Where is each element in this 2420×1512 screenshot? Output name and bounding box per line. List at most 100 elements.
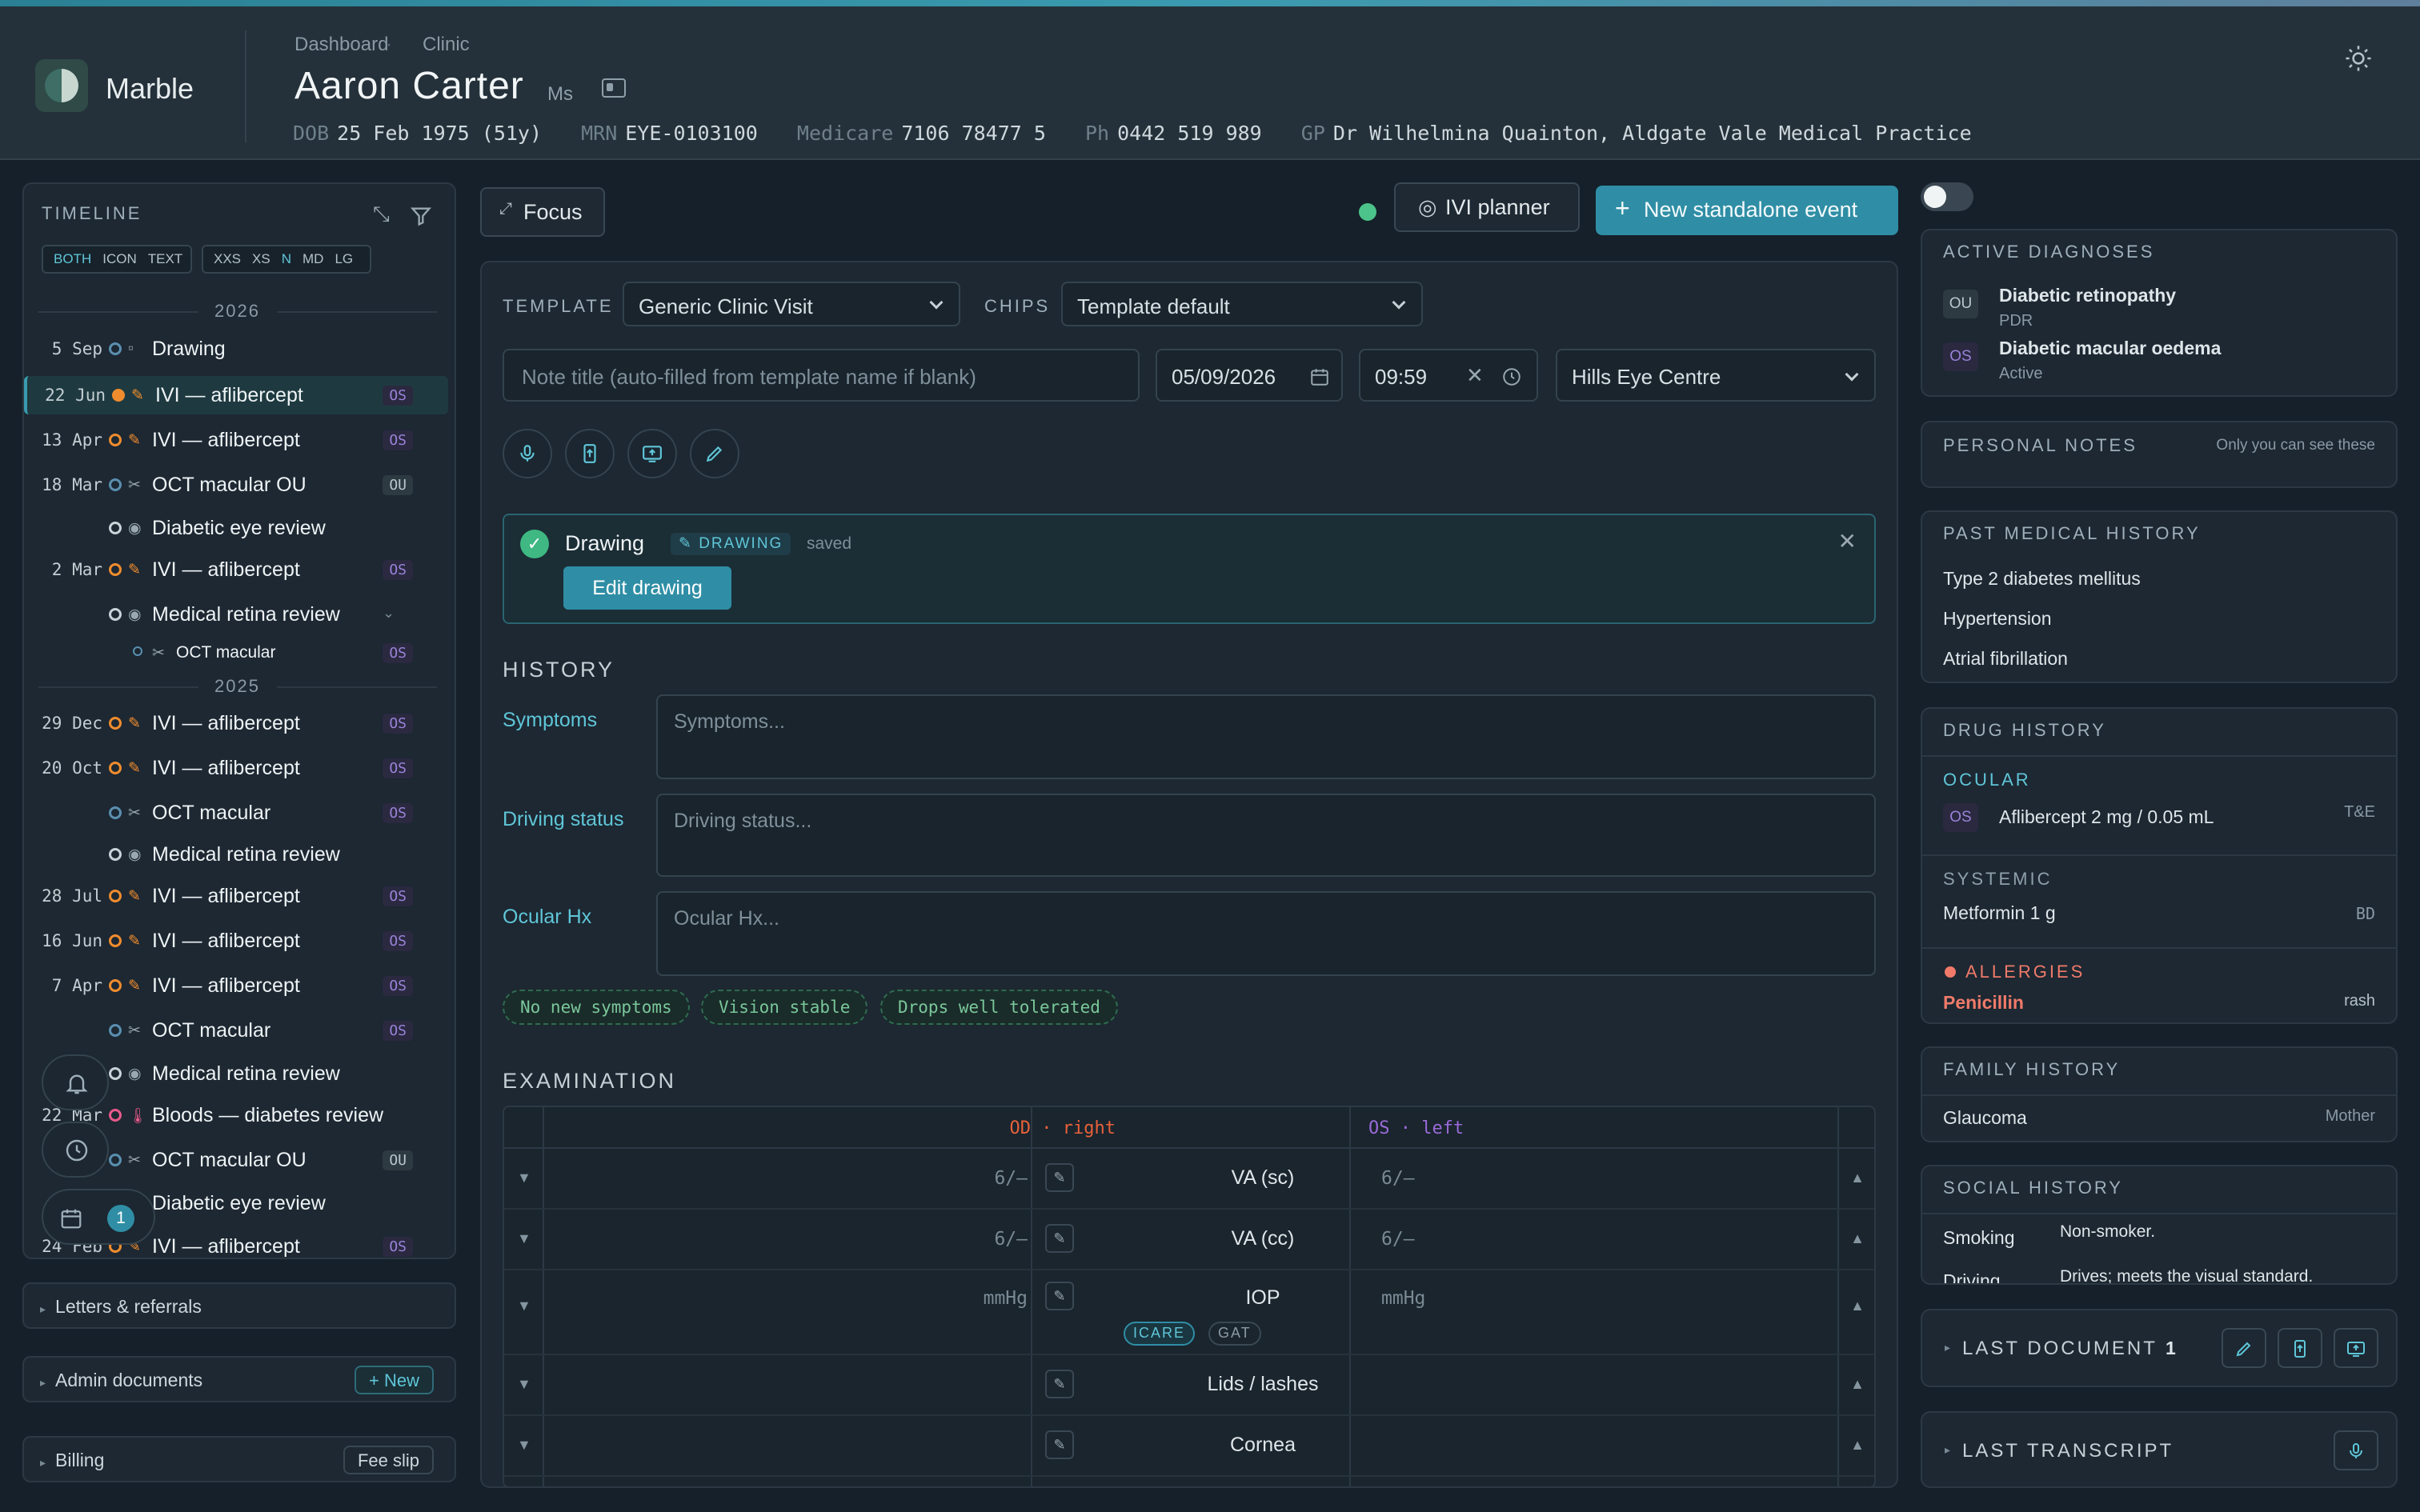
theme-sun-icon[interactable] [2345, 45, 2372, 72]
note-title-input[interactable]: Note title (auto-filled from template na… [503, 349, 1140, 402]
date-input[interactable]: 05/09/2026 [1156, 349, 1343, 402]
collapse-od-icon[interactable]: ▼ [517, 1437, 531, 1454]
allergy-item[interactable]: Penicillin [1943, 992, 2024, 1014]
breadcrumb-dashboard[interactable]: Dashboard [294, 34, 388, 56]
od-value[interactable]: 6/— [994, 1168, 1028, 1189]
diagnosis-name[interactable]: Diabetic retinopathy [1999, 285, 2176, 306]
size-md[interactable]: MD [297, 251, 329, 267]
history-button[interactable] [42, 1122, 109, 1178]
clear-icon[interactable]: ✕ [1466, 363, 1484, 388]
dictate-mic-button[interactable] [503, 429, 552, 478]
collapse-od-icon[interactable]: ▼ [517, 1298, 531, 1314]
upload-phone-button[interactable] [565, 429, 615, 478]
timeline-item[interactable]: 29 Dec ✎ IVI — aflibercept OS [24, 704, 448, 742]
collapse-os-icon[interactable]: ▲ [1850, 1170, 1865, 1186]
timeline-item[interactable]: 22 Jun ✎ IVI — aflibercept OS [24, 376, 448, 414]
phone-upload-button[interactable] [2278, 1328, 2322, 1368]
view-icon[interactable]: ICON [97, 251, 142, 267]
driving-status-textarea[interactable]: Driving status... [656, 794, 1876, 877]
driving-value[interactable]: Drives; meets the visual standard. [2060, 1267, 2313, 1283]
collapse-os-icon[interactable]: ▲ [1850, 1298, 1865, 1314]
collapse-od-icon[interactable]: ▼ [517, 1170, 531, 1186]
template-select[interactable]: Generic Clinic Visit [623, 282, 960, 326]
timeline-item[interactable]: 13 Apr ✎ IVI — aflibercept OS [24, 421, 448, 459]
notifications-button[interactable] [42, 1054, 109, 1110]
timeline-item[interactable]: 5 Sep ▫ Drawing [24, 330, 448, 368]
letters-referrals-section[interactable]: ▸ Letters & referrals [22, 1282, 456, 1329]
ocular-drug[interactable]: Aflibercept 2 mg / 0.05 mL [1999, 806, 2214, 828]
screen-upload-button[interactable] [2334, 1328, 2378, 1368]
timeline-item[interactable]: ✂ OCT macular OS [24, 634, 448, 672]
timeline-item[interactable]: 18 Mar ✂ OCT macular OU OU [24, 466, 448, 504]
size-lg[interactable]: LG [329, 251, 359, 267]
view-both[interactable]: BOTH [48, 251, 97, 267]
systemic-drug[interactable]: Metformin 1 g [1943, 902, 2056, 924]
timeline-item[interactable]: 16 Jun ✎ IVI — aflibercept OS [24, 922, 448, 960]
draw-button[interactable] [690, 429, 739, 478]
od-value[interactable]: mmHg [984, 1288, 1028, 1309]
pmh-item[interactable]: Atrial fibrillation [1943, 648, 2068, 670]
time-input[interactable]: 09:59 ✕ [1359, 349, 1538, 402]
timeline-item[interactable]: ✂ OCT macular OS [24, 794, 448, 832]
transcript-mic-button[interactable] [2334, 1430, 2378, 1470]
last-document-panel[interactable]: ▸ LAST DOCUMENT 1 [1921, 1309, 2398, 1387]
collapse-os-icon[interactable]: ▲ [1850, 1230, 1865, 1247]
smoking-value[interactable]: Non-smoker. [2060, 1222, 2155, 1242]
size-n[interactable]: N [276, 251, 297, 267]
expand-chevron-icon[interactable]: ⌄ [383, 605, 395, 622]
chips-select[interactable]: Template default [1061, 282, 1423, 326]
edit-drawing-button[interactable]: Edit drawing [563, 566, 731, 610]
calendar-button[interactable]: 1 [42, 1189, 155, 1245]
pmh-item[interactable]: Type 2 diabetes mellitus [1943, 568, 2141, 590]
os-value[interactable]: 6/— [1381, 1168, 1415, 1189]
collapse-od-icon[interactable]: ▼ [517, 1230, 531, 1247]
breadcrumb-clinic[interactable]: Clinic [423, 34, 470, 56]
close-icon[interactable]: ✕ [1838, 528, 1857, 554]
iop-icare-chip[interactable]: ICARE [1124, 1322, 1196, 1346]
timeline-item[interactable]: ◉ Medical retina review ⌄ [24, 595, 448, 634]
personal-notes-panel[interactable]: PERSONAL NOTES Only you can see these [1921, 421, 2398, 488]
timeline-item[interactable]: ◉ Medical retina review [24, 835, 448, 874]
size-xxs[interactable]: XXS [208, 251, 246, 267]
admin-documents-section[interactable]: ▸ Admin documents + New [22, 1356, 456, 1402]
family-history-item[interactable]: Glaucoma [1943, 1107, 2027, 1129]
edit-document-button[interactable] [2222, 1328, 2266, 1368]
id-card-icon[interactable] [602, 78, 626, 98]
new-standalone-event-button[interactable]: + New standalone event [1596, 186, 1898, 235]
chip-vision-stable[interactable]: Vision stable [701, 990, 868, 1025]
last-transcript-panel[interactable]: ▸ LAST TRANSCRIPT [1921, 1411, 2398, 1488]
collapse-os-icon[interactable]: ▲ [1850, 1437, 1865, 1454]
od-value[interactable]: 6/— [994, 1229, 1028, 1250]
collapse-od-icon[interactable]: ▼ [517, 1376, 531, 1393]
os-value[interactable]: 6/— [1381, 1229, 1415, 1250]
timeline-item[interactable]: 7 Apr ✎ IVI — aflibercept OS [24, 966, 448, 1005]
timeline-item[interactable]: ✂ OCT macular OS [24, 1011, 448, 1050]
fee-slip-button[interactable]: Fee slip [343, 1446, 434, 1474]
symptoms-textarea[interactable]: Symptoms... [656, 694, 1876, 779]
upload-screen-button[interactable] [627, 429, 677, 478]
billing-section[interactable]: ▸ Billing Fee slip [22, 1436, 456, 1482]
chip-drops-well-tolerated[interactable]: Drops well tolerated [880, 990, 1118, 1025]
calendar-icon[interactable] [1309, 366, 1330, 387]
ocular-hx-textarea[interactable]: Ocular Hx... [656, 891, 1876, 976]
diagnosis-name[interactable]: Diabetic macular oedema [1999, 338, 2221, 359]
iop-gat-chip[interactable]: GAT [1208, 1322, 1261, 1346]
timeline-item[interactable]: 2 Mar ✎ IVI — aflibercept OS [24, 550, 448, 589]
view-text[interactable]: TEXT [142, 251, 188, 267]
clock-icon[interactable] [1501, 366, 1522, 387]
timeline-item[interactable]: 20 Oct ✎ IVI — aflibercept OS [24, 749, 448, 787]
focus-button[interactable]: ⤢ Focus [480, 187, 605, 237]
chip-no-new-symptoms[interactable]: No new symptoms [503, 990, 690, 1025]
size-xs[interactable]: XS [246, 251, 276, 267]
ivi-planner-button[interactable]: ◎ IVI planner [1394, 182, 1580, 232]
timeline-item[interactable]: 28 Jul ✎ IVI — aflibercept OS [24, 877, 448, 915]
admin-new-button[interactable]: + New [355, 1366, 434, 1394]
filter-icon[interactable] [410, 205, 432, 227]
os-value[interactable]: mmHg [1381, 1288, 1425, 1309]
pmh-item[interactable]: Hypertension [1943, 608, 2052, 630]
collapse-os-icon[interactable]: ▲ [1850, 1376, 1865, 1393]
timeline-item[interactable]: ◉ Diabetic eye review [24, 509, 448, 547]
location-select[interactable]: Hills Eye Centre [1556, 349, 1876, 402]
panel-toggle[interactable] [1921, 182, 1973, 211]
collapse-icon[interactable]: ⤡ [373, 202, 390, 227]
